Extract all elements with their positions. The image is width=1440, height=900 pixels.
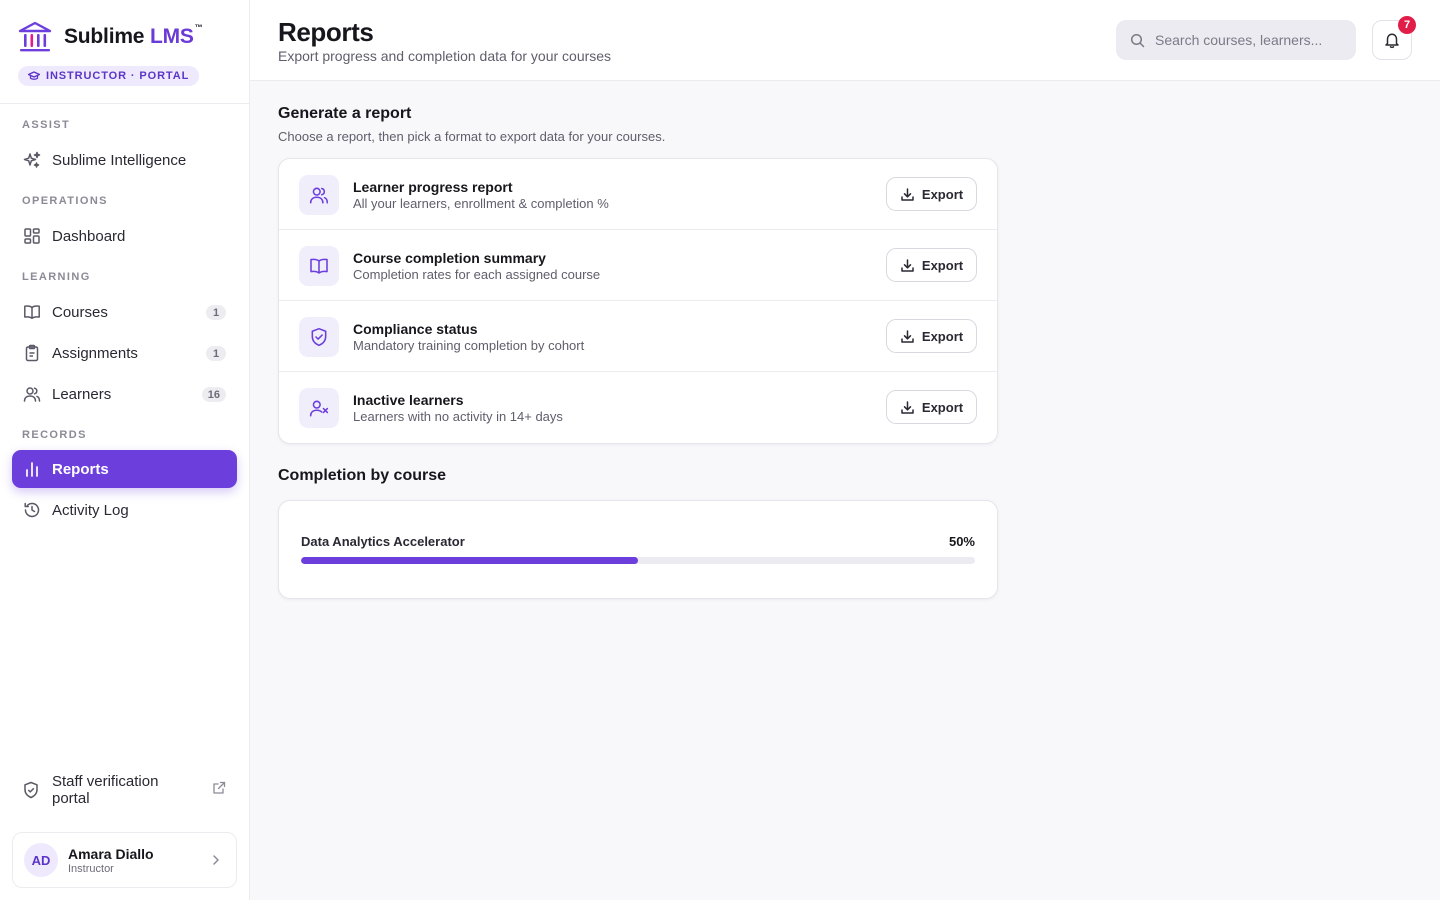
portal-badge: INSTRUCTOR · PORTAL [18,66,200,86]
users-icon [22,384,42,404]
brand-name: Sublime LMS [64,25,194,48]
top-header: Reports Export progress and completion d… [250,0,1440,81]
report-row-inactive-learners: Inactive learners Learners with no activ… [279,372,997,443]
sidebar-item-label: Assignments [52,344,138,362]
brand-logo[interactable]: Sublime LMS ™ [18,20,203,54]
progress-fill [301,557,638,564]
download-icon [901,400,914,414]
generate-report-heading: Generate a report [278,105,412,122]
course-progress-row: Data Analytics Accelerator 50% [301,534,975,564]
report-title: Course completion summary [353,250,546,266]
user-x-icon [299,388,339,428]
users-icon [299,175,339,215]
export-button-learner-progress[interactable]: Export [886,177,977,211]
external-link-icon [212,781,226,799]
count-badge: 1 [206,305,226,320]
page-subtitle: Export progress and completion data for … [278,48,612,64]
shield-check-icon [299,317,339,357]
course-percent: 50% [948,534,975,549]
completion-card: Data Analytics Accelerator 50% [278,500,998,599]
sidebar-item-reports[interactable]: Reports [12,450,237,488]
staff-link-label: Staff verification portal [52,773,159,807]
progress-track [301,557,975,564]
sidebar-item-label: Dashboard [52,227,126,245]
search-input[interactable] [1155,32,1345,48]
bar-chart-icon [22,459,42,479]
section-label-assist: ASSIST [22,119,71,131]
book-icon [22,302,42,322]
reports-list-card: Learner progress report All your learner… [278,158,998,444]
count-badge: 16 [201,387,226,402]
graduation-cap-icon [28,71,40,80]
chevron-right-icon [210,853,222,872]
export-label: Export [921,186,964,202]
report-description: Completion rates for each assigned cours… [353,267,601,282]
dashboard-grid-icon [22,226,42,246]
user-name: Amara Diallo [68,845,154,862]
generate-report-subheading: Choose a report, then pick a format to e… [278,129,666,144]
sidebar-item-activity-log[interactable]: Activity Log [12,491,237,529]
sidebar-item-label: Learners [52,385,112,403]
download-icon [901,258,914,272]
section-label-records: RECORDS [22,429,87,441]
report-description: Learners with no activity in 14+ days [353,409,563,424]
report-description: All your learners, enrollment & completi… [353,196,609,211]
sidebar-item-dashboard[interactable]: Dashboard [12,217,237,255]
download-icon [901,187,914,201]
report-description: Mandatory training completion by cohort [353,338,585,353]
section-label-operations: OPERATIONS [22,195,108,207]
staff-verification-link[interactable]: Staff verification portal [12,770,237,810]
search-icon [1130,33,1145,47]
report-title: Inactive learners [353,392,464,408]
search-box[interactable] [1116,20,1356,60]
sidebar-divider [0,103,249,104]
report-row-compliance-status: Compliance status Mandatory training com… [279,301,997,372]
sidebar-item-courses[interactable]: Courses 1 [12,293,237,331]
sparkles-icon [22,150,42,170]
sidebar-item-label: Sublime Intelligence [52,151,187,169]
count-badge: 1 [206,346,226,361]
clipboard-icon [22,343,42,363]
sidebar-item-label: Reports [52,460,109,478]
download-icon [901,329,914,343]
export-label: Export [921,257,964,273]
report-title: Learner progress report [353,179,513,195]
sidebar-item-assignments[interactable]: Assignments 1 [12,334,237,372]
avatar: AD [24,843,58,877]
sidebar-item-learners[interactable]: Learners 16 [12,375,237,413]
history-icon [22,500,42,520]
course-name: Data Analytics Accelerator [301,534,465,549]
report-row-learner-progress: Learner progress report All your learner… [279,159,997,230]
export-label: Export [921,399,964,415]
bell-icon [1385,33,1399,49]
export-button-course-completion[interactable]: Export [886,248,977,282]
book-open-icon [299,246,339,286]
export-label: Export [921,328,964,344]
trademark-mark: ™ [194,22,203,32]
report-title: Compliance status [353,321,478,337]
notification-count-badge: 7 [1398,16,1416,34]
user-profile-card[interactable]: AD Amara Diallo Instructor [12,832,237,888]
shield-check-icon [22,781,42,799]
completion-heading: Completion by course [278,467,447,484]
user-role: Instructor [68,862,114,875]
sidebar: Sublime LMS ™ INSTRUCTOR · PORTAL ASSIST … [0,0,250,900]
export-button-compliance-status[interactable]: Export [886,319,977,353]
sidebar-item-label: Activity Log [52,501,129,519]
sidebar-item-sublime-intelligence[interactable]: Sublime Intelligence [12,141,237,179]
portal-badge-label: INSTRUCTOR · PORTAL [46,70,190,82]
page-title: Reports [278,17,374,47]
section-label-learning: LEARNING [22,271,91,283]
sidebar-item-label: Courses [52,303,108,321]
export-button-inactive-learners[interactable]: Export [886,390,977,424]
report-row-course-completion: Course completion summary Completion rat… [279,230,997,301]
institution-icon [18,21,52,52]
